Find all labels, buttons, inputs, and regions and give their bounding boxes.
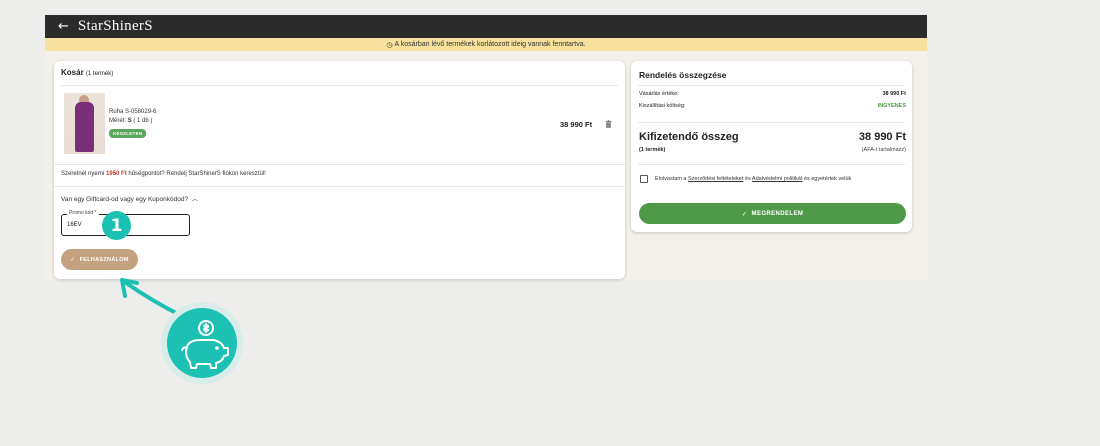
cart-count: (1 termék) — [85, 71, 114, 77]
divider — [54, 164, 625, 165]
back-arrow-icon[interactable]: ← — [58, 20, 69, 33]
gift-coupon-toggle[interactable]: Van egy Giftcard-od vagy egy Kuponkódod?… — [61, 194, 198, 203]
vat-note: (ÁFA-t tartalmazz) — [861, 147, 906, 153]
divider — [54, 186, 625, 187]
shipping-value: INGYENES — [877, 103, 906, 109]
size-label: Méret: — [109, 118, 127, 124]
notice-text: A kosárban lévő termékek korlátozott ide… — [394, 41, 586, 48]
apply-coupon-button[interactable]: ✓ FELHASZNÁLOM — [61, 249, 138, 270]
terms-mid: és — [743, 176, 752, 182]
terms-link[interactable]: Szerződési feltételeket — [688, 176, 743, 182]
promo-value: 16EV — [67, 222, 82, 228]
product-size: Méret: S ( 1 db ) — [109, 118, 152, 124]
step-number-badge: 1 — [102, 211, 131, 240]
stock-badge: KÉSZLETEN — [109, 129, 147, 138]
product-name[interactable]: Ruha S-058029-6 — [109, 109, 156, 115]
cart-title: Kosár (1 termék) — [61, 68, 113, 77]
subtotal-label: Vásárlás értéke: — [639, 91, 679, 97]
points-text-start: Szeretnél nyerni — [61, 171, 107, 177]
terms-post: és egyetértek velük — [802, 176, 852, 182]
shipping-label: Kiszállítási költség: — [639, 103, 686, 109]
terms-pre: Elolvastam a — [655, 176, 689, 182]
arrowhead — [120, 278, 139, 298]
points-text-end: hűségpontot? Rendelj StarShinerS fiókon … — [126, 171, 266, 177]
quantity: ( 1 db ) — [133, 118, 153, 124]
subtotal-row: Vásárlás értéke: 38 990 Ft — [639, 91, 906, 97]
product-image[interactable] — [64, 93, 105, 154]
piggy-halo — [161, 302, 243, 384]
total-label: Kifizetendő összeg — [639, 131, 739, 143]
clock-icon: ◷ — [386, 40, 393, 49]
apply-button-label: FELHASZNÁLOM — [79, 256, 129, 263]
piggy-circle — [167, 308, 237, 378]
total-value: 38 990 Ft — [858, 131, 906, 143]
gift-question: Van egy Giftcard-od vagy egy Kuponkódod? — [61, 196, 189, 203]
divider — [638, 164, 905, 165]
piggy-bank-icon — [181, 320, 229, 369]
pointer-line — [120, 278, 184, 318]
divider — [638, 122, 905, 123]
order-button-label: MEGRENDELEM — [751, 210, 804, 217]
checkmark-icon: ✓ — [70, 256, 76, 263]
order-summary-card: Rendelés összegzése Vásárlás értéke: 38 … — [631, 61, 912, 232]
product-price: 38 990 Ft — [560, 120, 593, 129]
total-count: (1 termék) — [639, 147, 666, 153]
shipping-row: Kiszállítási költség: INGYENES — [639, 103, 906, 109]
points-amount: 1950 Ft — [106, 171, 127, 177]
chevron-up-icon: ︿ — [191, 196, 198, 203]
promo-label: Promo kód * — [67, 210, 99, 216]
cart-card: Kosár (1 termék) Ruha S-058029-6 Méret: … — [54, 61, 625, 279]
place-order-button[interactable]: ✓ MEGRENDELEM — [639, 203, 906, 224]
subtotal-value: 38 990 Ft — [882, 91, 906, 97]
top-bar: ← StarShinerS — [45, 15, 927, 38]
loyalty-points-text: Szeretnél nyerni 1950 Ft hűségpontot? Re… — [61, 171, 266, 177]
dress-shape — [75, 102, 94, 152]
privacy-link[interactable]: Adatvédelmi politikát — [752, 176, 802, 182]
shop-window: ← StarShinerS ◷ A kosárban lévő termékek… — [45, 15, 927, 280]
terms-text: Elolvastam a Szerződési feltételeket és … — [655, 176, 851, 182]
terms-checkbox[interactable] — [640, 175, 648, 183]
summary-title: Rendelés összegzése — [639, 70, 727, 80]
reservation-notice: ◷ A kosárban lévő termékek korlátozott i… — [45, 38, 927, 51]
divider — [61, 85, 618, 86]
divider — [638, 85, 905, 86]
cart-title-text: Kosár — [61, 68, 84, 77]
logo[interactable]: StarShinerS — [78, 18, 153, 35]
trash-icon[interactable] — [605, 120, 612, 128]
size-value: S — [127, 118, 132, 124]
checkmark-icon: ✓ — [741, 209, 748, 218]
